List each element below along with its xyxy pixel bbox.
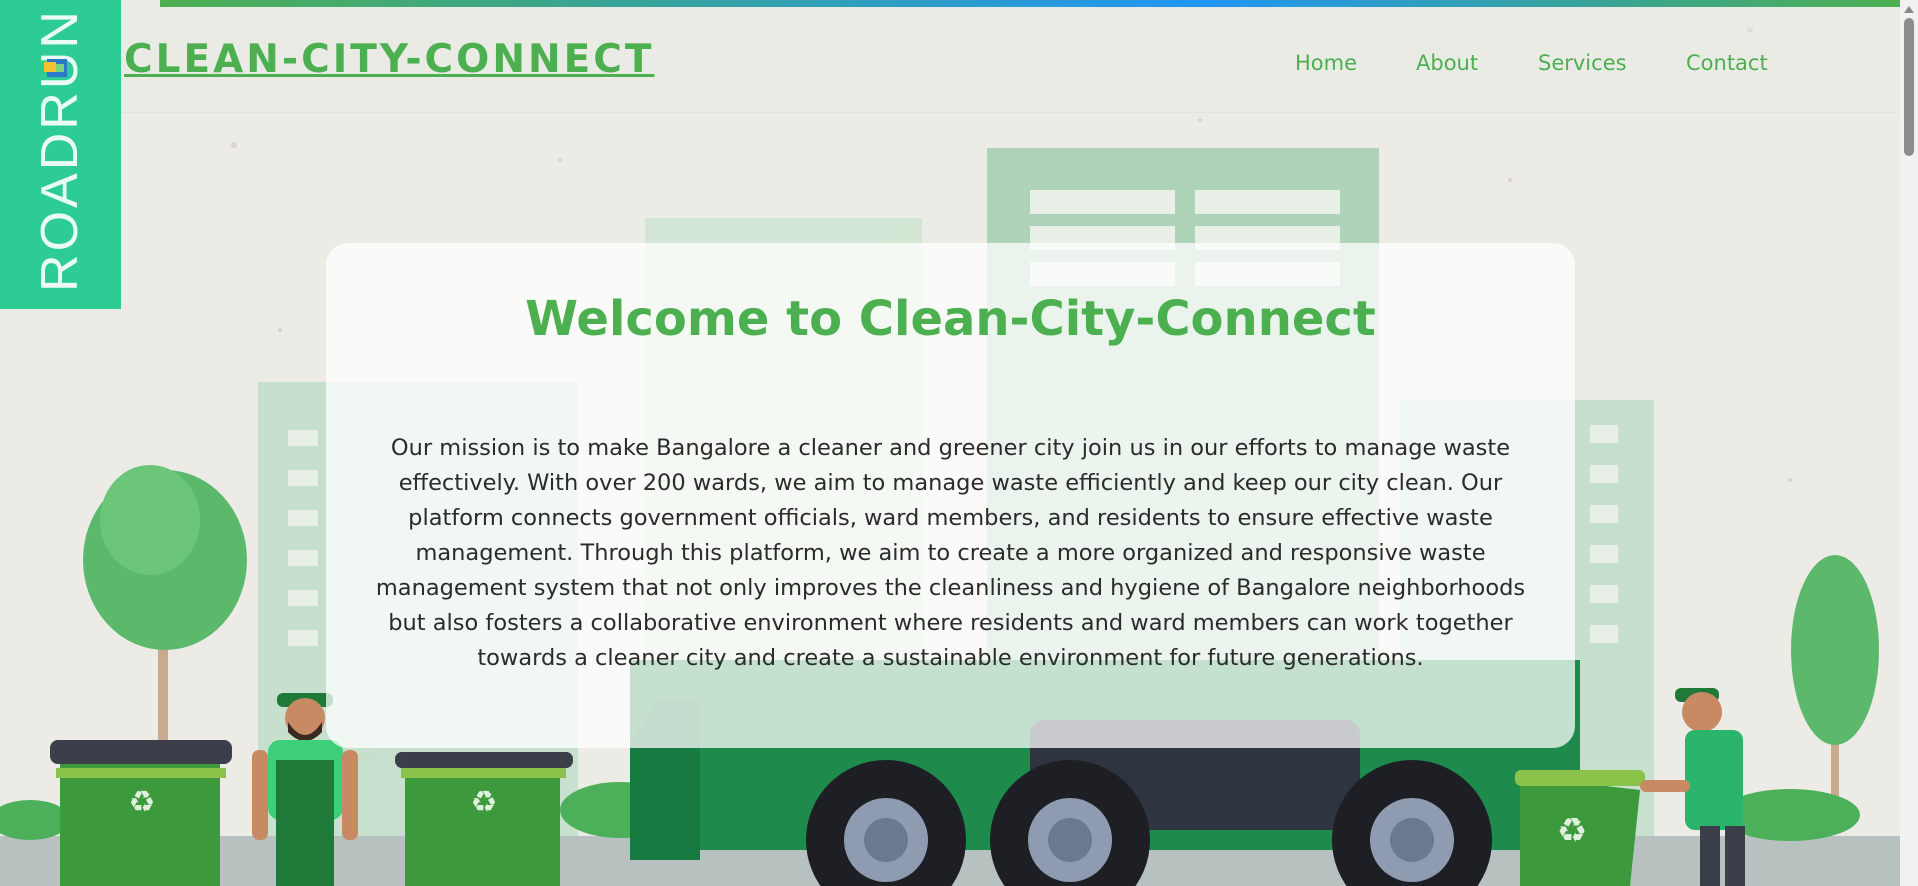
welcome-title: Welcome to Clean-City-Connect (525, 291, 1376, 347)
nav-contact[interactable]: Contact (1686, 51, 1768, 75)
bin-middle: ♻ (395, 752, 573, 886)
page-scrollbar[interactable] (1900, 0, 1918, 886)
nav-services[interactable]: Services (1538, 51, 1627, 75)
tree-right (1791, 555, 1879, 830)
main-nav: Home About Services Contact (0, 51, 1900, 81)
scroll-up-arrow-icon[interactable] (1904, 6, 1914, 13)
welcome-card: Welcome to Clean-City-Connect Our missio… (326, 243, 1575, 748)
svg-text:♻: ♻ (1557, 811, 1587, 851)
nav-home[interactable]: Home (1295, 51, 1357, 75)
top-accent-bar (160, 0, 1900, 7)
tree-left (83, 465, 247, 780)
nav-about[interactable]: About (1416, 51, 1478, 75)
logo-text: ROADRUN (31, 8, 89, 292)
scroll-thumb[interactable] (1904, 18, 1914, 156)
site-header: CLEAN-CITY-CONNECT Home About Services C… (0, 7, 1900, 113)
svg-text:♻: ♻ (471, 785, 498, 820)
logo-mark-icon (44, 59, 67, 77)
roadrun-logo[interactable]: ROADRUN (0, 0, 121, 309)
mission-text: Our mission is to make Bangalore a clean… (375, 435, 1526, 671)
bin-left: ♻ (50, 740, 232, 886)
svg-text:♻: ♻ (129, 785, 156, 820)
